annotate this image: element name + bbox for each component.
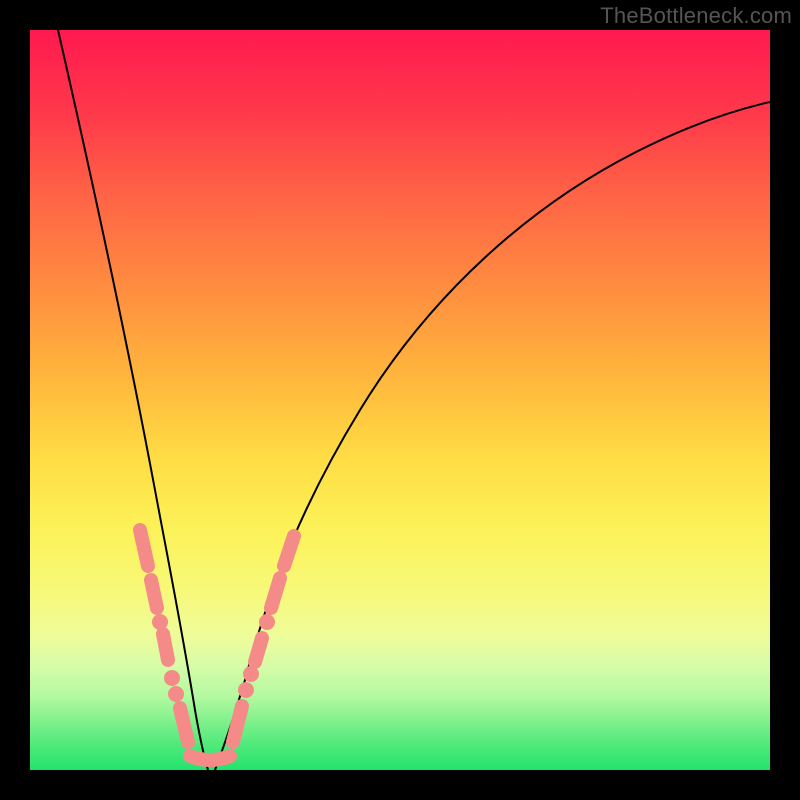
outer-frame: TheBottleneck.com <box>0 0 800 800</box>
marker-cluster-right <box>255 638 262 662</box>
marker-dot <box>238 682 254 698</box>
marker-cluster-left <box>180 708 188 742</box>
marker-cluster-left <box>163 634 168 660</box>
marker-cluster-left <box>140 530 148 566</box>
plot-area <box>30 30 770 770</box>
marker-cluster-floor <box>190 756 230 760</box>
marker-dot <box>259 614 275 630</box>
marker-cluster-right <box>284 536 294 566</box>
left-curve <box>58 30 208 770</box>
watermark-text: TheBottleneck.com <box>600 3 792 29</box>
marker-cluster-right <box>271 578 280 608</box>
curve-layer <box>30 30 770 770</box>
marker-dot <box>168 686 184 702</box>
marker-dot <box>164 670 180 686</box>
marker-cluster-right <box>233 706 242 742</box>
right-curve <box>215 102 770 770</box>
marker-cluster-left <box>151 580 157 608</box>
